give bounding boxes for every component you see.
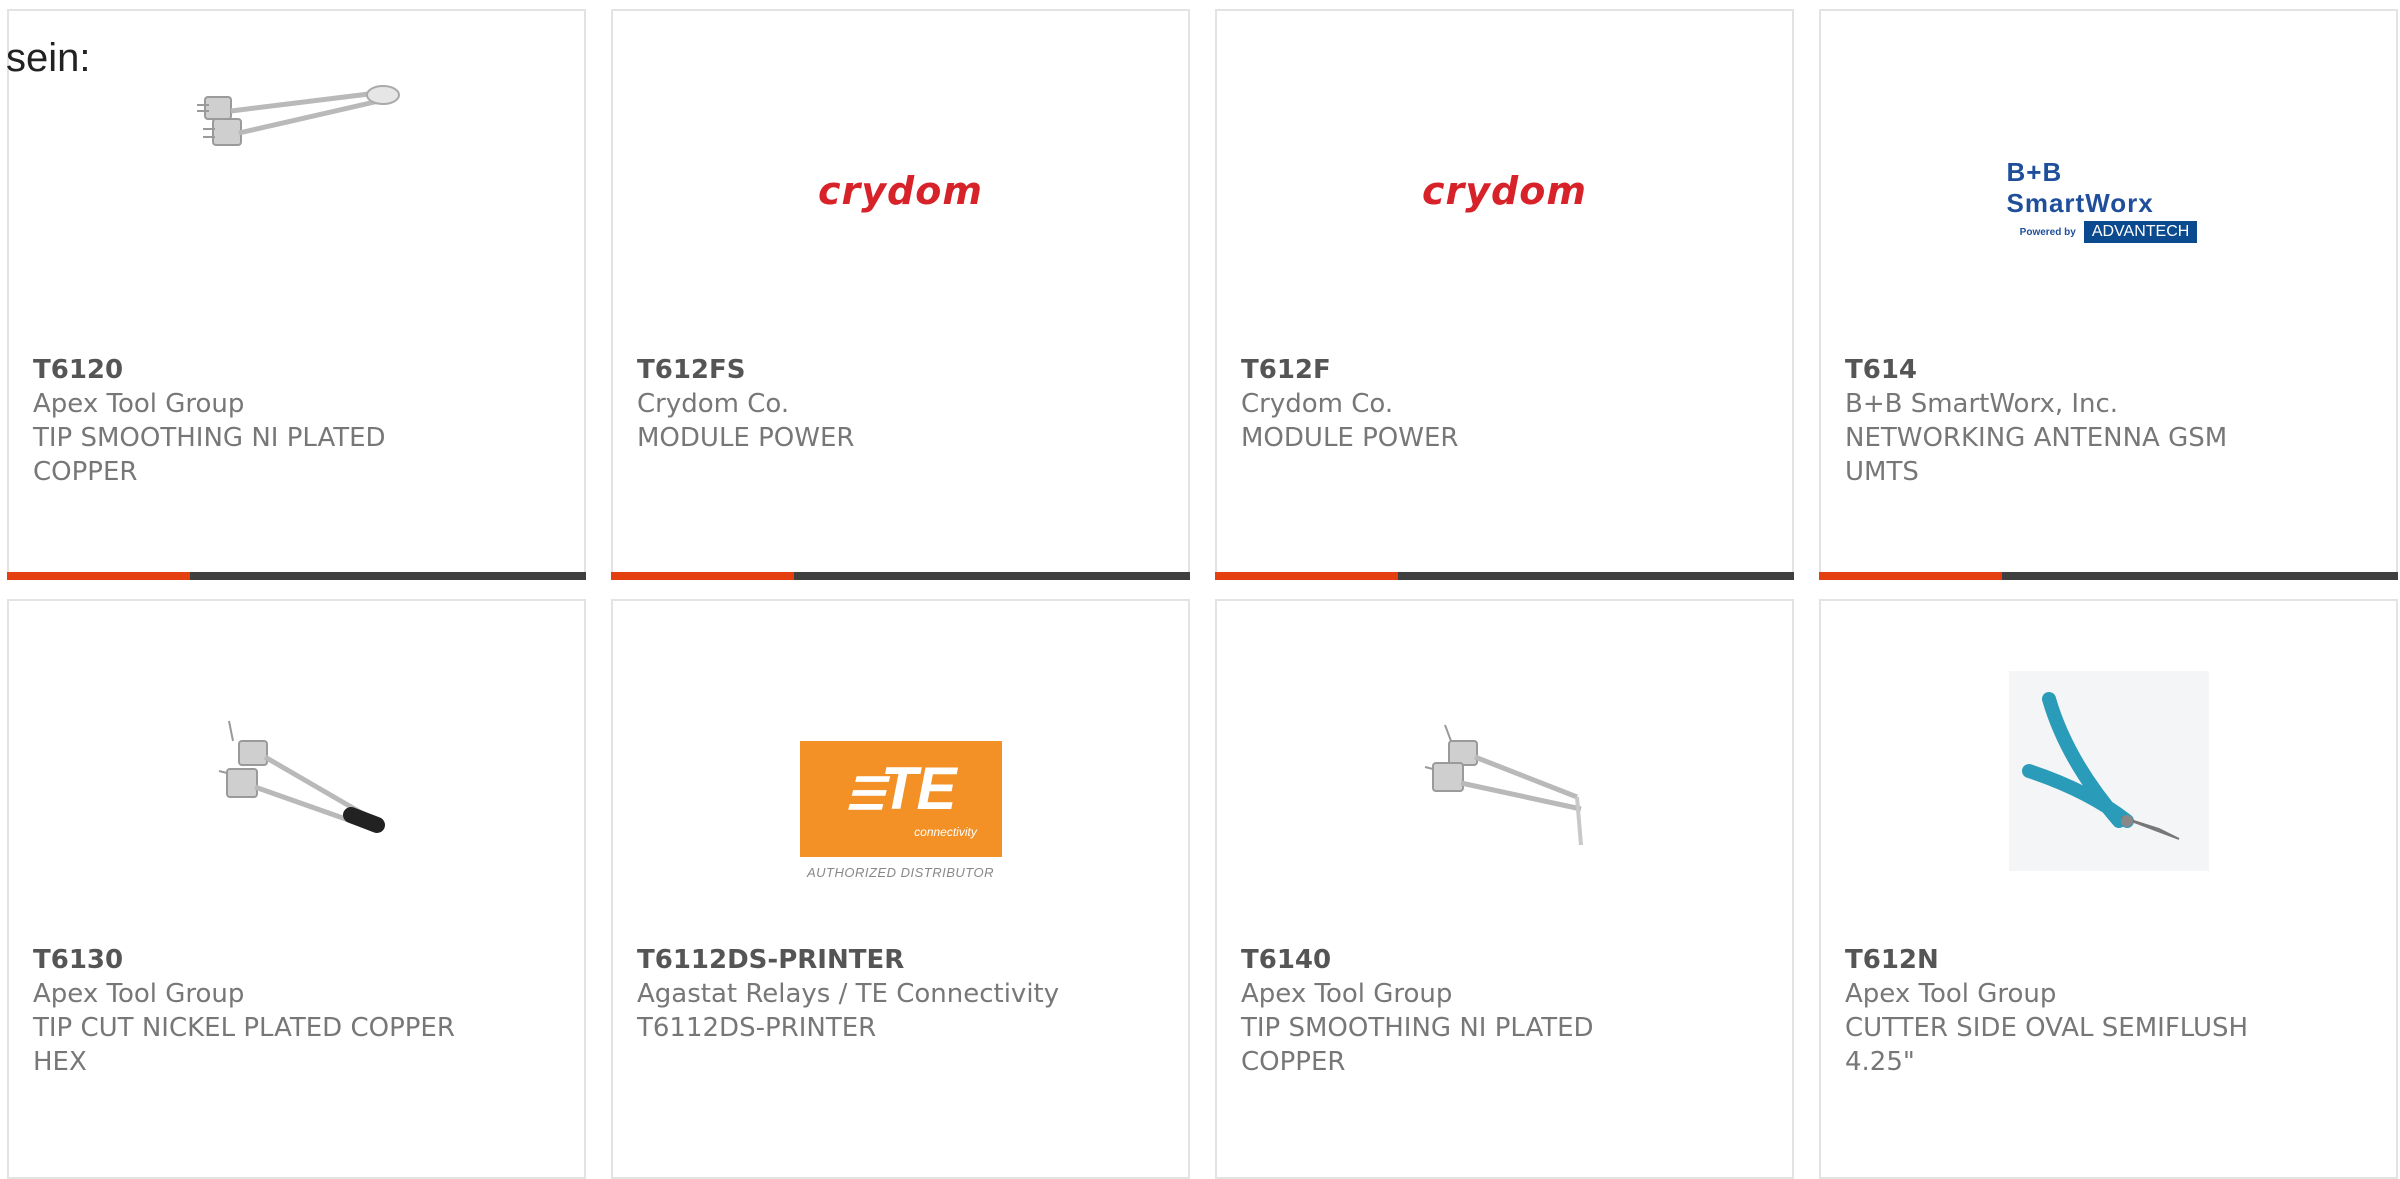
- product-card[interactable]: crydom T612FS Crydom Co. MODULE POWER: [611, 9, 1190, 580]
- manufacturer: Apex Tool Group: [1241, 979, 1453, 1009]
- product-card[interactable]: T612N Apex Tool Group CUTTER SIDE OVAL S…: [1819, 599, 2398, 1179]
- description: TIP CUT NICKEL PLATED COPPER HEX: [33, 1013, 455, 1077]
- product-card[interactable]: crydom T612F Crydom Co. MODULE POWER: [1215, 9, 1794, 580]
- part-number[interactable]: T612FS: [637, 353, 1164, 387]
- description: T6112DS-PRINTER: [637, 1013, 877, 1043]
- soldering-tip-icon: [196, 85, 400, 146]
- crydom-logo: crydom: [818, 169, 983, 213]
- description: TIP SMOOTHING NI PLATED COPPER: [1241, 1013, 1594, 1077]
- soldering-tip-icon: [218, 720, 385, 833]
- part-number[interactable]: T6140: [1241, 943, 1768, 977]
- description: NETWORKING ANTENNA GSM UMTS: [1845, 423, 2228, 487]
- product-image: [9, 661, 584, 901]
- product-card[interactable]: T6140 Apex Tool Group TIP SMOOTHING NI P…: [1215, 599, 1794, 1179]
- product-image: B+B SmartWorx Powered by ADVANTECH: [1821, 71, 2396, 311]
- product-grid: T6120 Apex Tool Group TIP SMOOTHING NI P…: [0, 0, 2400, 1179]
- manufacturer: Apex Tool Group: [33, 389, 245, 419]
- bb-smartworx-logo: B+B SmartWorx Powered by ADVANTECH: [2007, 157, 2211, 243]
- crydom-logo: crydom: [1422, 169, 1587, 213]
- manufacturer: Crydom Co.: [637, 389, 790, 419]
- product-image: crydom: [1217, 71, 1792, 311]
- lead-text: sein:: [6, 36, 91, 80]
- manufacturer: Apex Tool Group: [1845, 979, 2057, 1009]
- manufacturer: Agastat Relays / TE Connectivity: [637, 979, 1060, 1009]
- part-number[interactable]: T612N: [1845, 943, 2372, 977]
- product-image: ☰TE connectivity AUTHORIZED DISTRIBUTOR: [613, 661, 1188, 901]
- product-image: [9, 71, 584, 311]
- manufacturer: Crydom Co.: [1241, 389, 1394, 419]
- part-number[interactable]: T6120: [33, 353, 560, 387]
- side-cutter-icon: [2008, 671, 2209, 871]
- product-card[interactable]: T6130 Apex Tool Group TIP CUT NICKEL PLA…: [7, 599, 586, 1179]
- manufacturer: B+B SmartWorx, Inc.: [1845, 389, 2119, 419]
- manufacturer: Apex Tool Group: [33, 979, 245, 1009]
- product-image: [1821, 661, 2396, 901]
- part-number[interactable]: T614: [1845, 353, 2372, 387]
- product-image: crydom: [613, 71, 1188, 311]
- description: TIP SMOOTHING NI PLATED COPPER: [33, 423, 386, 487]
- soldering-tip-icon: [1424, 724, 1583, 846]
- product-card[interactable]: B+B SmartWorx Powered by ADVANTECH T614 …: [1819, 9, 2398, 580]
- description: CUTTER SIDE OVAL SEMIFLUSH 4.25": [1845, 1013, 2249, 1077]
- card-accent-bar: [611, 572, 1190, 580]
- description: MODULE POWER: [1241, 423, 1459, 453]
- description: MODULE POWER: [637, 423, 855, 453]
- card-accent-bar: [1819, 572, 2398, 580]
- product-card[interactable]: T6120 Apex Tool Group TIP SMOOTHING NI P…: [7, 9, 586, 580]
- te-connectivity-logo: ☰TE connectivity AUTHORIZED DISTRIBUTOR: [799, 741, 1002, 880]
- product-image: [1217, 661, 1792, 901]
- part-number[interactable]: T612F: [1241, 353, 1768, 387]
- product-card[interactable]: ☰TE connectivity AUTHORIZED DISTRIBUTOR …: [611, 599, 1190, 1179]
- part-number[interactable]: T6112DS-PRINTER: [637, 943, 1164, 977]
- card-accent-bar: [7, 572, 586, 580]
- part-number[interactable]: T6130: [33, 943, 560, 977]
- card-accent-bar: [1215, 572, 1794, 580]
